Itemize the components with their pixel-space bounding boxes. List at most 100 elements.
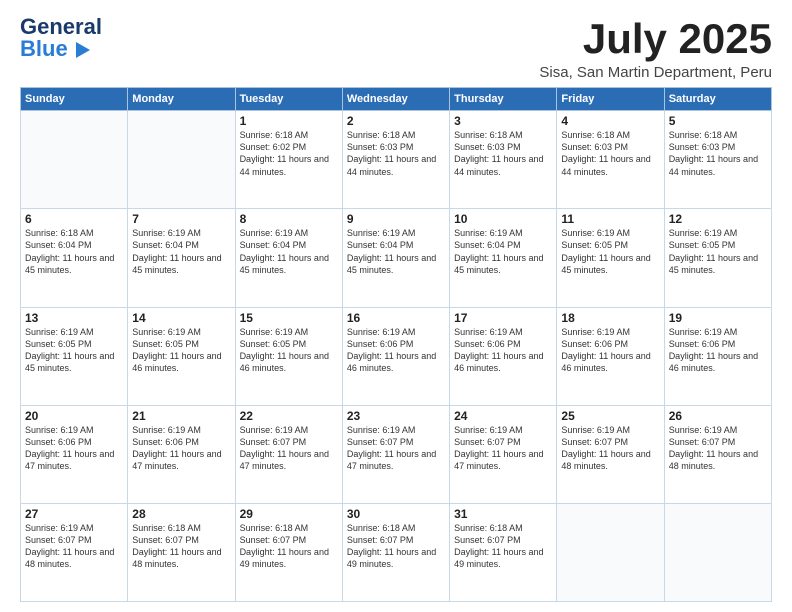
logo-text: General Blue <box>20 16 102 60</box>
calendar-cell: 26Sunrise: 6:19 AM Sunset: 6:07 PM Dayli… <box>664 405 771 503</box>
logo: General Blue <box>20 16 102 60</box>
calendar-cell <box>21 111 128 209</box>
day-number: 27 <box>25 507 123 521</box>
day-info: Sunrise: 6:19 AM Sunset: 6:07 PM Dayligh… <box>561 424 659 473</box>
weekday-header-wednesday: Wednesday <box>342 88 449 111</box>
day-info: Sunrise: 6:19 AM Sunset: 6:04 PM Dayligh… <box>240 227 338 276</box>
day-info: Sunrise: 6:18 AM Sunset: 6:03 PM Dayligh… <box>561 129 659 178</box>
weekday-header-row: SundayMondayTuesdayWednesdayThursdayFrid… <box>21 88 772 111</box>
day-number: 22 <box>240 409 338 423</box>
weekday-header-friday: Friday <box>557 88 664 111</box>
day-info: Sunrise: 6:18 AM Sunset: 6:07 PM Dayligh… <box>132 522 230 571</box>
calendar-cell: 11Sunrise: 6:19 AM Sunset: 6:05 PM Dayli… <box>557 209 664 307</box>
day-number: 19 <box>669 311 767 325</box>
day-number: 4 <box>561 114 659 128</box>
day-info: Sunrise: 6:18 AM Sunset: 6:02 PM Dayligh… <box>240 129 338 178</box>
calendar-cell: 22Sunrise: 6:19 AM Sunset: 6:07 PM Dayli… <box>235 405 342 503</box>
day-info: Sunrise: 6:18 AM Sunset: 6:07 PM Dayligh… <box>454 522 552 571</box>
day-number: 7 <box>132 212 230 226</box>
day-info: Sunrise: 6:19 AM Sunset: 6:06 PM Dayligh… <box>561 326 659 375</box>
day-number: 25 <box>561 409 659 423</box>
day-info: Sunrise: 6:19 AM Sunset: 6:05 PM Dayligh… <box>132 326 230 375</box>
day-number: 13 <box>25 311 123 325</box>
day-number: 16 <box>347 311 445 325</box>
calendar-cell: 20Sunrise: 6:19 AM Sunset: 6:06 PM Dayli… <box>21 405 128 503</box>
calendar-cell: 3Sunrise: 6:18 AM Sunset: 6:03 PM Daylig… <box>450 111 557 209</box>
weekday-header-sunday: Sunday <box>21 88 128 111</box>
calendar-cell: 30Sunrise: 6:18 AM Sunset: 6:07 PM Dayli… <box>342 503 449 601</box>
day-number: 18 <box>561 311 659 325</box>
day-number: 14 <box>132 311 230 325</box>
day-info: Sunrise: 6:18 AM Sunset: 6:04 PM Dayligh… <box>25 227 123 276</box>
calendar-cell: 18Sunrise: 6:19 AM Sunset: 6:06 PM Dayli… <box>557 307 664 405</box>
day-info: Sunrise: 6:19 AM Sunset: 6:06 PM Dayligh… <box>132 424 230 473</box>
calendar-cell: 5Sunrise: 6:18 AM Sunset: 6:03 PM Daylig… <box>664 111 771 209</box>
day-number: 15 <box>240 311 338 325</box>
week-row-4: 20Sunrise: 6:19 AM Sunset: 6:06 PM Dayli… <box>21 405 772 503</box>
calendar-cell: 21Sunrise: 6:19 AM Sunset: 6:06 PM Dayli… <box>128 405 235 503</box>
weekday-header-saturday: Saturday <box>664 88 771 111</box>
week-row-1: 1Sunrise: 6:18 AM Sunset: 6:02 PM Daylig… <box>21 111 772 209</box>
calendar-cell: 24Sunrise: 6:19 AM Sunset: 6:07 PM Dayli… <box>450 405 557 503</box>
day-info: Sunrise: 6:19 AM Sunset: 6:07 PM Dayligh… <box>669 424 767 473</box>
day-number: 12 <box>669 212 767 226</box>
calendar-cell: 14Sunrise: 6:19 AM Sunset: 6:05 PM Dayli… <box>128 307 235 405</box>
calendar-cell: 10Sunrise: 6:19 AM Sunset: 6:04 PM Dayli… <box>450 209 557 307</box>
day-info: Sunrise: 6:19 AM Sunset: 6:06 PM Dayligh… <box>347 326 445 375</box>
logo-blue: Blue <box>20 38 102 60</box>
calendar-cell: 1Sunrise: 6:18 AM Sunset: 6:02 PM Daylig… <box>235 111 342 209</box>
calendar-cell: 28Sunrise: 6:18 AM Sunset: 6:07 PM Dayli… <box>128 503 235 601</box>
day-number: 31 <box>454 507 552 521</box>
day-number: 17 <box>454 311 552 325</box>
calendar-cell: 29Sunrise: 6:18 AM Sunset: 6:07 PM Dayli… <box>235 503 342 601</box>
calendar-cell: 17Sunrise: 6:19 AM Sunset: 6:06 PM Dayli… <box>450 307 557 405</box>
logo-general: General <box>20 16 102 38</box>
calendar-cell: 31Sunrise: 6:18 AM Sunset: 6:07 PM Dayli… <box>450 503 557 601</box>
week-row-2: 6Sunrise: 6:18 AM Sunset: 6:04 PM Daylig… <box>21 209 772 307</box>
calendar-cell: 6Sunrise: 6:18 AM Sunset: 6:04 PM Daylig… <box>21 209 128 307</box>
day-number: 23 <box>347 409 445 423</box>
calendar-table: SundayMondayTuesdayWednesdayThursdayFrid… <box>20 87 772 602</box>
day-info: Sunrise: 6:19 AM Sunset: 6:07 PM Dayligh… <box>25 522 123 571</box>
calendar-cell: 9Sunrise: 6:19 AM Sunset: 6:04 PM Daylig… <box>342 209 449 307</box>
day-info: Sunrise: 6:19 AM Sunset: 6:05 PM Dayligh… <box>669 227 767 276</box>
day-info: Sunrise: 6:18 AM Sunset: 6:07 PM Dayligh… <box>347 522 445 571</box>
day-number: 6 <box>25 212 123 226</box>
day-info: Sunrise: 6:19 AM Sunset: 6:04 PM Dayligh… <box>454 227 552 276</box>
calendar-cell: 12Sunrise: 6:19 AM Sunset: 6:05 PM Dayli… <box>664 209 771 307</box>
calendar-cell: 7Sunrise: 6:19 AM Sunset: 6:04 PM Daylig… <box>128 209 235 307</box>
calendar-cell: 8Sunrise: 6:19 AM Sunset: 6:04 PM Daylig… <box>235 209 342 307</box>
day-number: 20 <box>25 409 123 423</box>
day-number: 9 <box>347 212 445 226</box>
day-number: 26 <box>669 409 767 423</box>
header: General Blue July 2025 Sisa, San Martin … <box>20 16 772 81</box>
day-number: 2 <box>347 114 445 128</box>
week-row-5: 27Sunrise: 6:19 AM Sunset: 6:07 PM Dayli… <box>21 503 772 601</box>
day-info: Sunrise: 6:19 AM Sunset: 6:07 PM Dayligh… <box>454 424 552 473</box>
day-info: Sunrise: 6:18 AM Sunset: 6:03 PM Dayligh… <box>454 129 552 178</box>
day-number: 3 <box>454 114 552 128</box>
calendar-cell: 23Sunrise: 6:19 AM Sunset: 6:07 PM Dayli… <box>342 405 449 503</box>
calendar-cell <box>128 111 235 209</box>
day-info: Sunrise: 6:18 AM Sunset: 6:03 PM Dayligh… <box>669 129 767 178</box>
day-info: Sunrise: 6:19 AM Sunset: 6:05 PM Dayligh… <box>240 326 338 375</box>
title-section: July 2025 Sisa, San Martin Department, P… <box>539 16 772 81</box>
day-number: 10 <box>454 212 552 226</box>
day-info: Sunrise: 6:19 AM Sunset: 6:07 PM Dayligh… <box>240 424 338 473</box>
location-title: Sisa, San Martin Department, Peru <box>539 64 772 81</box>
day-info: Sunrise: 6:19 AM Sunset: 6:06 PM Dayligh… <box>25 424 123 473</box>
day-number: 29 <box>240 507 338 521</box>
calendar-cell: 19Sunrise: 6:19 AM Sunset: 6:06 PM Dayli… <box>664 307 771 405</box>
calendar-cell <box>557 503 664 601</box>
page: General Blue July 2025 Sisa, San Martin … <box>0 0 792 612</box>
weekday-header-monday: Monday <box>128 88 235 111</box>
calendar-cell <box>664 503 771 601</box>
calendar-cell: 13Sunrise: 6:19 AM Sunset: 6:05 PM Dayli… <box>21 307 128 405</box>
day-number: 30 <box>347 507 445 521</box>
weekday-header-thursday: Thursday <box>450 88 557 111</box>
day-info: Sunrise: 6:18 AM Sunset: 6:07 PM Dayligh… <box>240 522 338 571</box>
day-info: Sunrise: 6:19 AM Sunset: 6:04 PM Dayligh… <box>132 227 230 276</box>
day-number: 24 <box>454 409 552 423</box>
day-info: Sunrise: 6:19 AM Sunset: 6:07 PM Dayligh… <box>347 424 445 473</box>
day-info: Sunrise: 6:19 AM Sunset: 6:04 PM Dayligh… <box>347 227 445 276</box>
